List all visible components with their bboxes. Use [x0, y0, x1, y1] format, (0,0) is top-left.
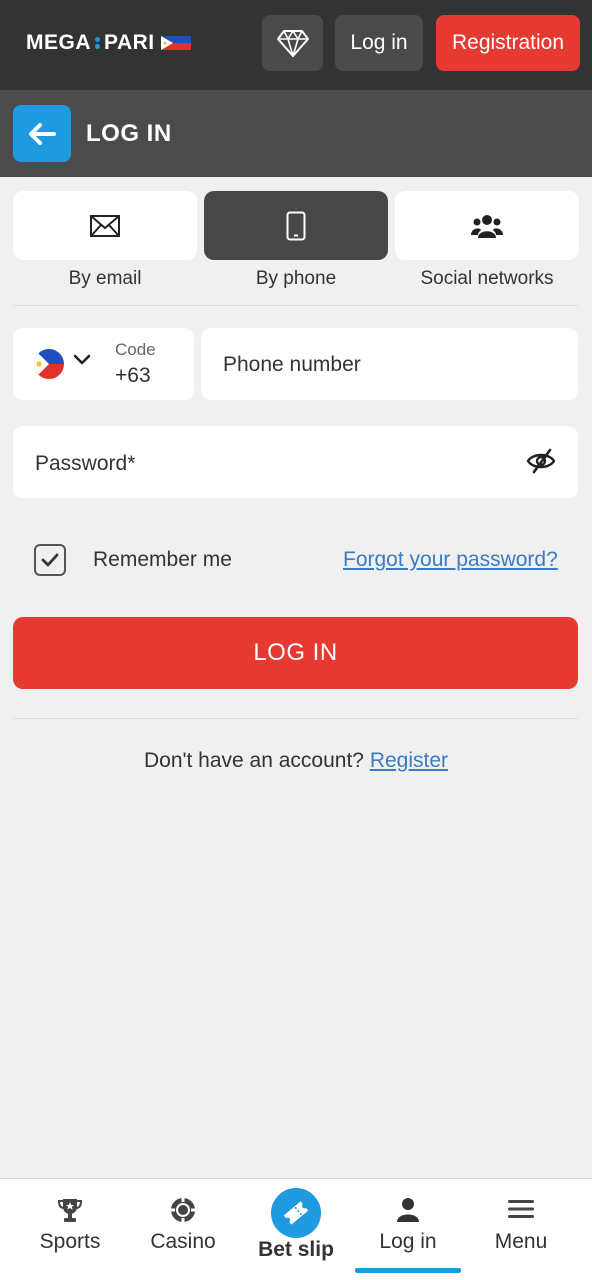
- philippines-flag-icon: [34, 349, 64, 379]
- logo-dots: [95, 37, 100, 49]
- nav-casino[interactable]: Casino: [127, 1179, 239, 1280]
- nav-sports-label: Sports: [39, 1230, 101, 1253]
- casino-chip-icon: [171, 1198, 195, 1222]
- remember-me-checkbox[interactable]: [34, 544, 66, 576]
- nav-casino-label: Casino: [150, 1230, 216, 1253]
- tab-by-email[interactable]: [13, 191, 197, 260]
- nav-log-in[interactable]: Log in: [352, 1179, 464, 1280]
- page-title: LOG IN: [86, 120, 172, 147]
- envelope-icon: [90, 214, 120, 237]
- login-submit-button[interactable]: LOG IN: [13, 617, 578, 689]
- password-input[interactable]: Password*: [13, 426, 578, 498]
- top-bar: MEGA PARI Log in Registration: [0, 0, 592, 90]
- trophy-icon: [57, 1199, 83, 1222]
- password-placeholder: Password*: [35, 452, 136, 475]
- logo-text-right: PARI: [104, 31, 155, 54]
- nav-bet-slip-label[interactable]: Bet slip: [240, 1238, 352, 1262]
- phone-number-placeholder: Phone number: [223, 353, 361, 376]
- nav-log-in-label: Log in: [379, 1230, 437, 1253]
- tab-by-phone[interactable]: [204, 191, 388, 260]
- header-registration-button[interactable]: Registration: [436, 15, 580, 71]
- vip-diamond-button[interactable]: [262, 15, 323, 71]
- logo-text-left: MEGA: [26, 31, 91, 54]
- philippines-flag-icon: [160, 36, 191, 50]
- code-label: Code: [115, 340, 156, 359]
- user-icon: [397, 1198, 419, 1222]
- register-link[interactable]: Register: [370, 749, 448, 772]
- users-icon: [471, 214, 503, 238]
- signup-prompt-text: Don't have an account?: [143, 749, 364, 772]
- remember-me-label[interactable]: Remember me: [93, 548, 232, 572]
- tab-social-networks-label[interactable]: Social networks: [395, 268, 579, 290]
- tab-by-email-label[interactable]: By email: [13, 268, 197, 290]
- phone-number-input[interactable]: Phone number: [201, 328, 578, 400]
- signup-prompt: Don't have an account? Register: [0, 749, 592, 773]
- divider: [13, 305, 578, 306]
- nav-menu-label: Menu: [494, 1230, 548, 1253]
- title-bar: LOG IN: [0, 90, 592, 177]
- checkmark-icon: [41, 553, 59, 567]
- country-code-selector[interactable]: Code +63: [13, 328, 194, 400]
- hamburger-icon: [508, 1200, 534, 1218]
- megapari-logo[interactable]: MEGA PARI: [26, 31, 191, 55]
- ticket-icon: [283, 1201, 309, 1225]
- active-nav-indicator: [355, 1268, 461, 1273]
- eye-slash-icon[interactable]: [526, 448, 556, 474]
- header-login-button[interactable]: Log in: [335, 15, 423, 71]
- divider: [13, 718, 578, 719]
- nav-sports[interactable]: Sports: [14, 1179, 126, 1280]
- arrow-left-icon: [29, 122, 56, 145]
- chevron-down-icon: [73, 354, 91, 365]
- nav-menu[interactable]: Menu: [465, 1179, 577, 1280]
- forgot-password-link[interactable]: Forgot your password?: [343, 548, 558, 572]
- bottom-navigation: Sports Casino Bet slip Log in Menu: [0, 1178, 592, 1280]
- phone-icon: [286, 211, 306, 240]
- tab-social-networks[interactable]: [395, 191, 579, 260]
- back-button[interactable]: [13, 105, 71, 162]
- diamond-icon: [276, 30, 309, 57]
- tab-by-phone-label[interactable]: By phone: [204, 268, 388, 290]
- code-value: +63: [115, 364, 151, 387]
- nav-bet-slip[interactable]: [271, 1188, 321, 1238]
